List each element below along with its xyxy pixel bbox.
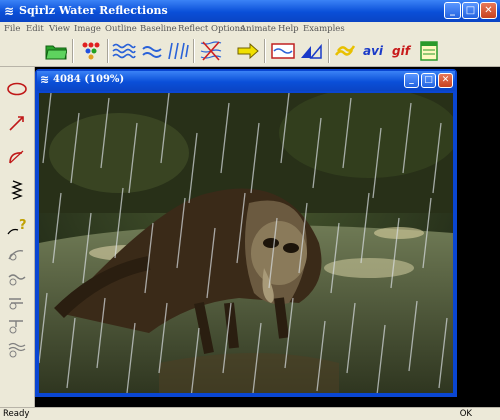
ripple-app-icon: ≋ bbox=[4, 4, 15, 18]
color-dots-icon bbox=[82, 42, 100, 60]
color-dots-button[interactable] bbox=[78, 38, 104, 64]
app-title-bar[interactable]: ≋ Sqirlz Water Reflections _ □ ✕ bbox=[0, 0, 500, 22]
menu-bar: File Edit View Image Outline Baseline Re… bbox=[0, 22, 500, 36]
shimmer-button[interactable] bbox=[333, 38, 359, 64]
folder-icon bbox=[45, 45, 67, 60]
frames-icon bbox=[420, 41, 438, 61]
ripple-button[interactable] bbox=[111, 38, 137, 64]
line-tool-button[interactable] bbox=[4, 111, 30, 135]
rain-icon bbox=[168, 42, 189, 60]
menu-examples[interactable]: Examples bbox=[303, 22, 345, 36]
minimize-button[interactable]: _ bbox=[444, 2, 461, 19]
gray-stroke-icon bbox=[9, 298, 23, 310]
gray-tool-1-button[interactable] bbox=[4, 241, 30, 265]
help-question-icon: ? bbox=[7, 218, 27, 235]
menu-edit[interactable]: Edit bbox=[26, 22, 44, 36]
water-rect-icon bbox=[271, 43, 295, 59]
image-close-button[interactable]: ✕ bbox=[438, 73, 453, 88]
image-maximize-button[interactable]: □ bbox=[421, 73, 436, 88]
image-window-title-bar[interactable]: ≋ 4084 (109%) _ □ ✕ bbox=[37, 71, 455, 91]
gray-ripple-icon bbox=[8, 342, 26, 358]
perspective-button[interactable] bbox=[298, 38, 324, 64]
ripple-waves-icon bbox=[112, 43, 136, 59]
menu-reflect-options[interactable]: Reflect Options bbox=[178, 22, 245, 36]
status-bar: Ready OK bbox=[0, 407, 500, 420]
gray-split-icon bbox=[9, 320, 23, 334]
reflect-button[interactable] bbox=[198, 38, 224, 64]
main-toolbar: avi gif bbox=[0, 36, 500, 67]
gray-tool-4-button[interactable] bbox=[4, 313, 30, 337]
image-canvas[interactable] bbox=[39, 93, 453, 393]
close-button[interactable]: ✕ bbox=[480, 2, 497, 19]
mdi-workspace: ≋ 4084 (109%) _ □ ✕ bbox=[35, 67, 500, 407]
image-window[interactable]: ≋ 4084 (109%) _ □ ✕ bbox=[35, 69, 457, 397]
frames-button[interactable] bbox=[416, 38, 442, 64]
help-tool-button[interactable]: ? bbox=[4, 215, 30, 239]
arrow-line-icon bbox=[9, 116, 24, 131]
menu-outline[interactable]: Outline bbox=[105, 22, 137, 36]
open-folder-button[interactable] bbox=[43, 38, 69, 64]
wave-button[interactable] bbox=[139, 38, 165, 64]
curve-icon bbox=[9, 150, 24, 164]
maximize-button[interactable]: □ bbox=[462, 2, 479, 19]
arrow-right-icon bbox=[237, 42, 259, 60]
perspective-triangle-icon bbox=[301, 43, 322, 59]
menu-baseline[interactable]: Baseline bbox=[140, 22, 177, 36]
menu-help[interactable]: Help bbox=[278, 22, 299, 36]
reflect-cross-icon bbox=[200, 41, 222, 61]
forward-arrow-button[interactable] bbox=[235, 38, 261, 64]
curve-tool-button[interactable] bbox=[4, 145, 30, 169]
gray-wave-icon bbox=[8, 274, 26, 286]
menu-view[interactable]: View bbox=[49, 22, 70, 36]
menu-animate[interactable]: Animate bbox=[240, 22, 276, 36]
ellipse-icon bbox=[7, 82, 27, 96]
zigzag-icon bbox=[11, 180, 23, 200]
image-window-title: 4084 (109%) bbox=[53, 74, 125, 85]
wave-icon bbox=[142, 46, 162, 58]
gray-curve-icon bbox=[8, 249, 24, 261]
avi-export-button[interactable]: avi bbox=[360, 38, 386, 64]
svg-text:?: ? bbox=[19, 218, 27, 233]
zigzag-tool-button[interactable] bbox=[4, 178, 30, 202]
raccoon-photo bbox=[39, 93, 453, 393]
water-area-button[interactable] bbox=[270, 38, 296, 64]
gif-export-button[interactable]: gif bbox=[388, 38, 414, 64]
rain-button[interactable] bbox=[165, 38, 191, 64]
menu-image[interactable]: Image bbox=[74, 22, 101, 36]
image-minimize-button[interactable]: _ bbox=[404, 73, 419, 88]
app-title: Sqirlz Water Reflections bbox=[19, 4, 168, 17]
gray-tool-2-button[interactable] bbox=[4, 265, 30, 289]
menu-file[interactable]: File bbox=[4, 22, 20, 36]
ellipse-tool-button[interactable] bbox=[4, 77, 30, 101]
status-text: Ready bbox=[3, 409, 30, 419]
gray-tool-3-button[interactable] bbox=[4, 289, 30, 313]
ripple-doc-icon: ≋ bbox=[40, 73, 50, 86]
shimmer-icon bbox=[334, 45, 356, 56]
gray-tool-5-button[interactable] bbox=[4, 337, 30, 361]
status-ok-text: OK bbox=[459, 409, 472, 419]
left-toolbar: ? bbox=[0, 67, 35, 407]
